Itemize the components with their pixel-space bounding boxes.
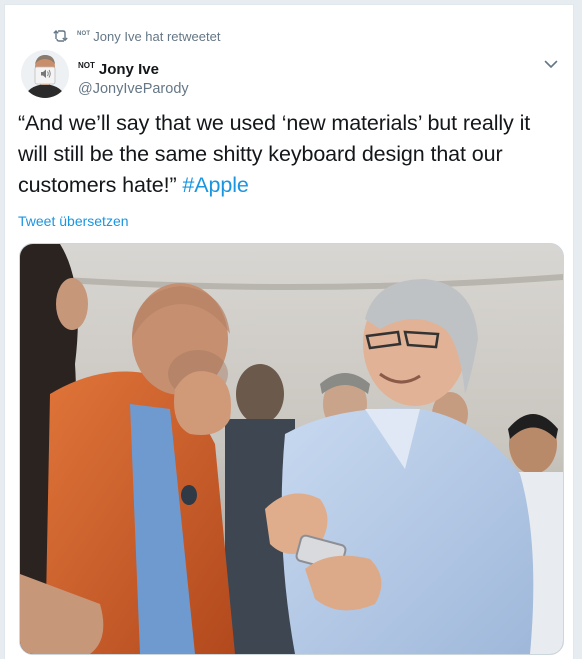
- user-handle[interactable]: @JonyIveParody: [78, 79, 189, 99]
- chevron-down-icon: [544, 56, 558, 74]
- retweet-text: Jony Ive hat retweetet: [93, 28, 221, 44]
- hashtag-link[interactable]: #Apple: [182, 173, 248, 197]
- display-name-text: Jony Ive: [98, 61, 159, 78]
- tweet-body: “And we’ll say that we used ‘new materia…: [18, 111, 531, 197]
- not-tag: NOT: [78, 61, 95, 70]
- retweet-label[interactable]: NOT Jony Ive hat retweetet: [77, 29, 220, 44]
- retweet-context: NOT Jony Ive hat retweetet: [53, 27, 220, 45]
- avatar[interactable]: [21, 50, 69, 98]
- user-info[interactable]: NOT Jony Ive @JonyIveParody: [78, 56, 189, 99]
- display-name[interactable]: NOT Jony Ive: [78, 56, 189, 79]
- retweet-icon: [53, 30, 69, 42]
- more-options-button[interactable]: [539, 53, 563, 77]
- tweet-photo[interactable]: [19, 243, 564, 655]
- tweet-text: “And we’ll say that we used ‘new materia…: [18, 108, 564, 201]
- not-tag: NOT: [77, 31, 91, 38]
- tweet-card[interactable]: NOT Jony Ive hat retweetet NOT Jony Ive @J…: [4, 4, 574, 659]
- translate-link[interactable]: Tweet übersetzen: [18, 213, 129, 229]
